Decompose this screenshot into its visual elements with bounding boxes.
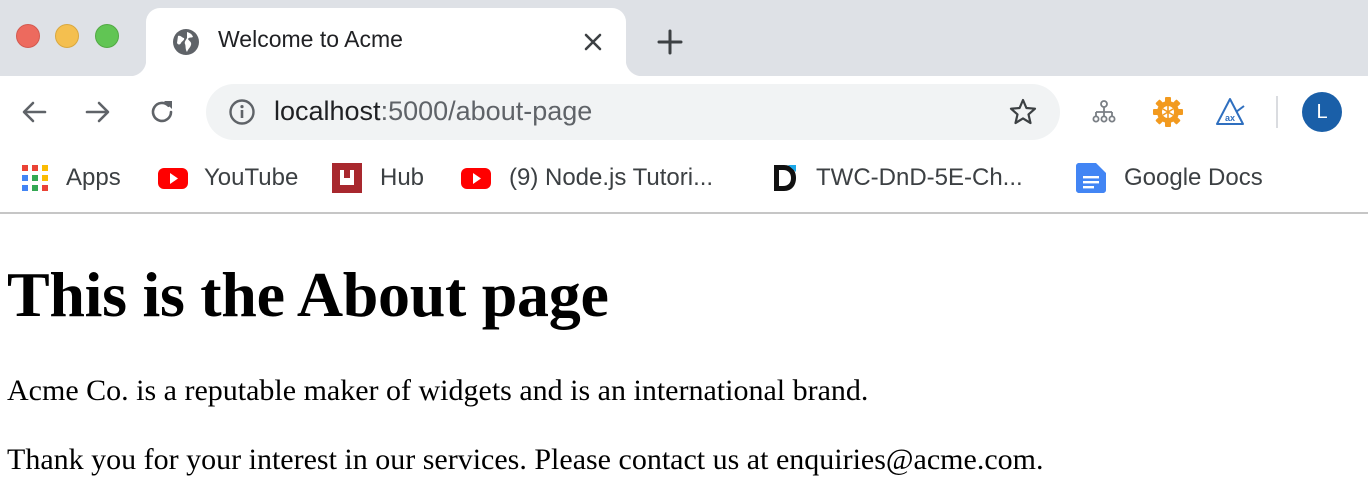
svg-text:ax: ax (1225, 113, 1235, 123)
site-info-icon[interactable] (228, 98, 256, 126)
about-paragraph: Acme Co. is a reputable maker of widgets… (7, 374, 869, 407)
window-minimize-button[interactable] (55, 24, 79, 48)
toolbar-separator (1276, 96, 1278, 128)
address-bar[interactable]: localhost:5000/about-page (206, 84, 1060, 140)
back-arrow-icon[interactable] (18, 96, 50, 128)
sitemap-icon[interactable] (1088, 96, 1120, 128)
bookmark-star-icon[interactable] (1008, 97, 1038, 127)
bookmark-hub[interactable]: Hub (332, 162, 424, 194)
url-host: localhost (274, 96, 381, 126)
bookmark-label: Google Docs (1124, 164, 1263, 191)
bookmark-youtube[interactable]: YouTube (158, 162, 298, 194)
dndbeyond-icon (774, 165, 796, 191)
tab-strip: Welcome to Acme (0, 0, 1368, 76)
youtube-icon (461, 168, 491, 189)
bookmark-label: Apps (66, 164, 121, 191)
tab-title: Welcome to Acme (218, 26, 403, 52)
forward-arrow-icon[interactable] (82, 96, 114, 128)
bookmark-twc-dnd[interactable]: TWC-DnD-5E-Ch... (770, 162, 1023, 194)
reload-icon[interactable] (146, 96, 178, 128)
window-maximize-button[interactable] (95, 24, 119, 48)
globe-icon (173, 29, 199, 55)
bookmark-apps[interactable]: Apps (20, 162, 121, 194)
bookmarks-bar: Apps YouTube Hub (9) Node.js Tutori... T… (0, 148, 1368, 214)
hub-icon (332, 163, 362, 193)
browser-toolbar: localhost:5000/about-page ax L (0, 76, 1368, 148)
bookmark-google-docs[interactable]: Google Docs (1076, 162, 1263, 194)
bookmark-label: YouTube (204, 164, 299, 191)
settings-gear-extension-icon[interactable] (1152, 96, 1184, 128)
google-docs-icon (1076, 163, 1106, 193)
tab-welcome[interactable]: Welcome to Acme (130, 8, 642, 76)
bookmark-label: TWC-DnD-5E-Ch... (816, 164, 1023, 191)
youtube-icon (158, 168, 188, 189)
url-path: :5000/about-page (380, 96, 593, 126)
bookmark-nodejs-tutorial[interactable]: (9) Node.js Tutori... (461, 162, 713, 194)
url-text[interactable]: localhost:5000/about-page (274, 96, 592, 127)
tab-close-icon[interactable] (580, 29, 606, 55)
apps-grid-icon (22, 165, 48, 191)
axe-devtools-icon[interactable]: ax (1214, 96, 1246, 128)
window-close-button[interactable] (16, 24, 40, 48)
contact-paragraph: Thank you for your interest in our servi… (7, 443, 1044, 476)
page-heading: This is the About page (7, 259, 609, 330)
new-tab-plus-icon[interactable] (654, 26, 686, 58)
profile-avatar[interactable]: L (1302, 92, 1342, 132)
bookmark-label: Hub (380, 164, 425, 191)
bookmark-label: (9) Node.js Tutori... (509, 164, 714, 191)
